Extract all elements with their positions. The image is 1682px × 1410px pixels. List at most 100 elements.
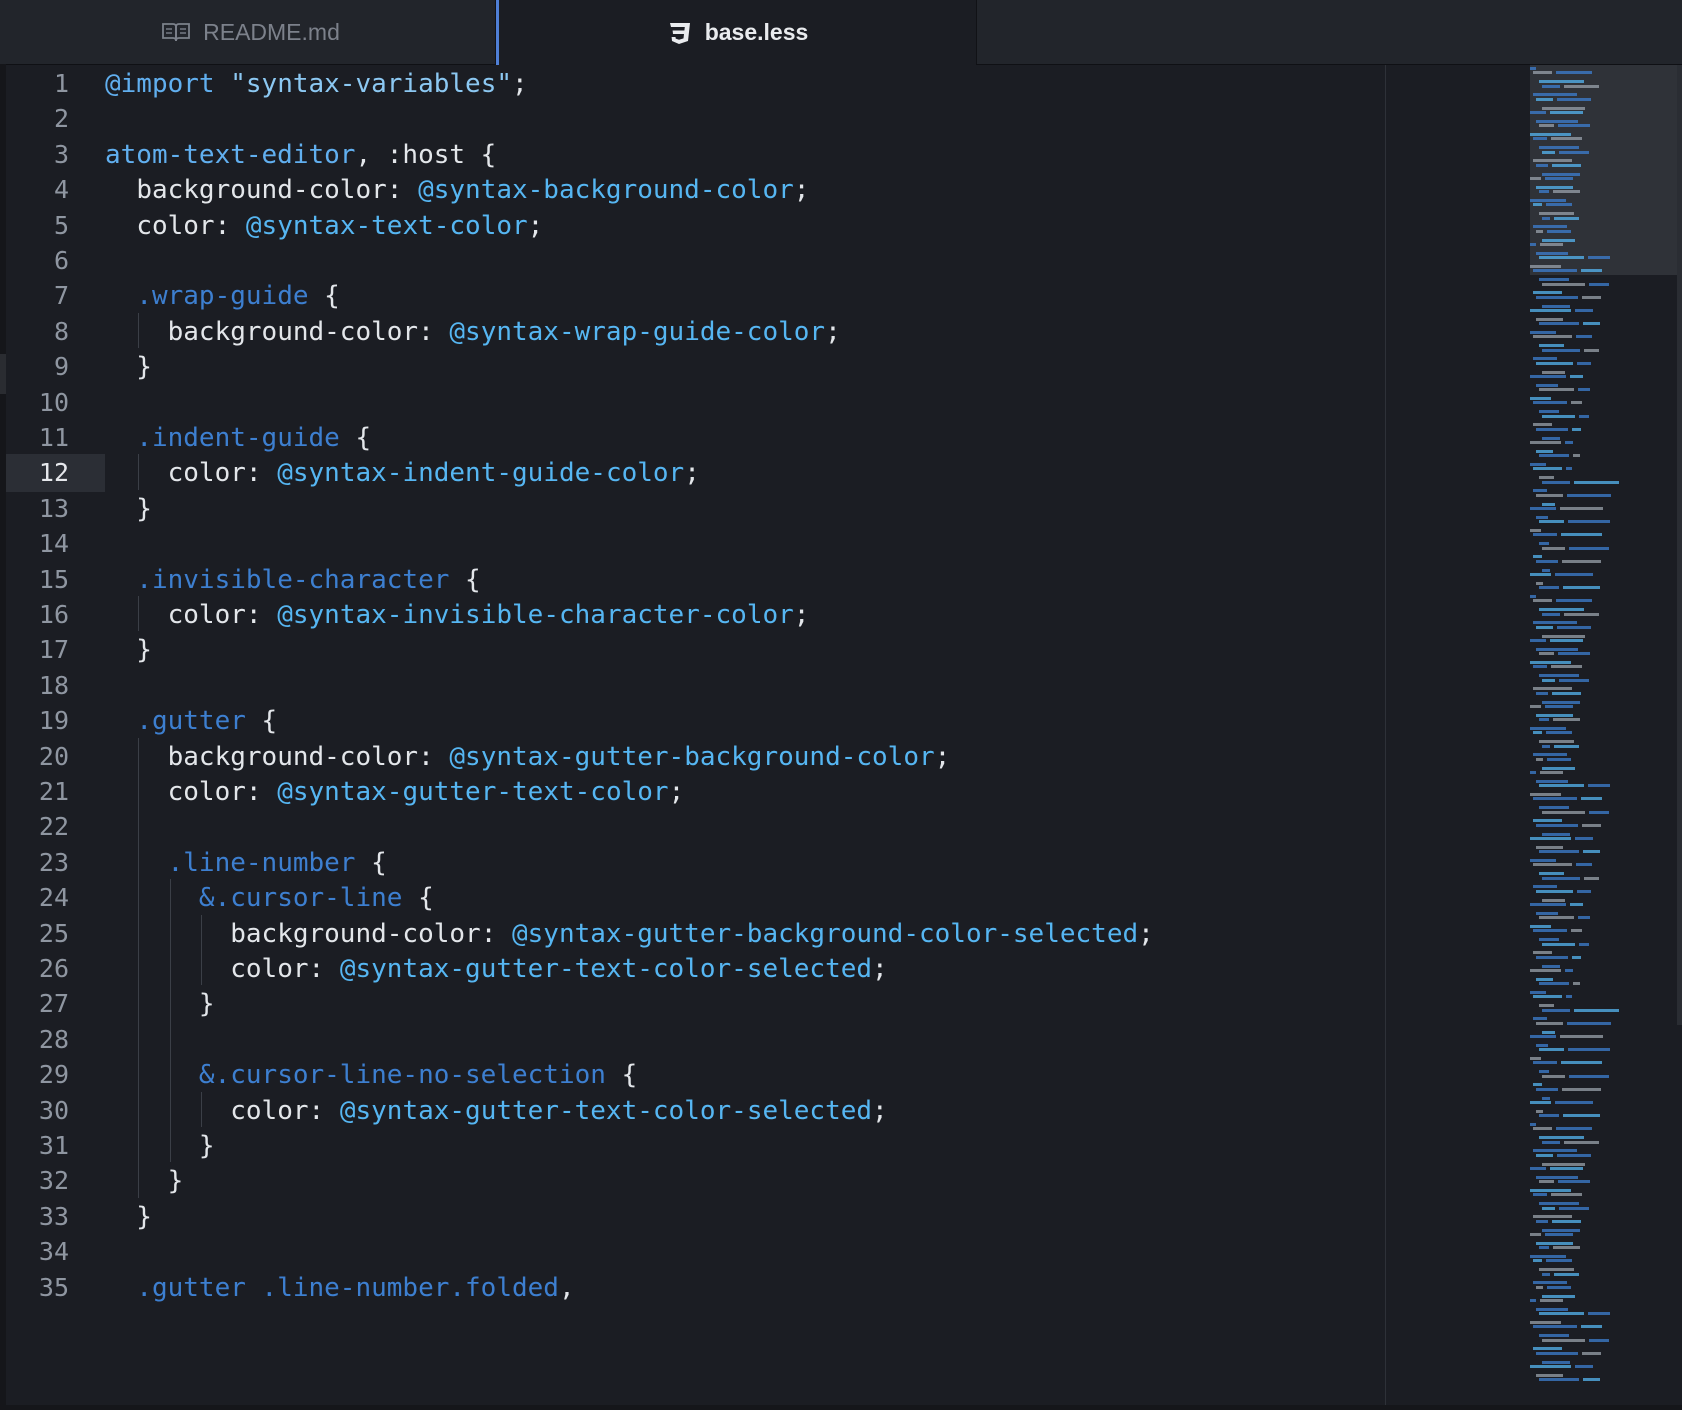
- code-line[interactable]: }: [105, 1127, 215, 1165]
- line-number[interactable]: 31: [39, 1127, 69, 1165]
- line-number[interactable]: 12: [39, 454, 69, 492]
- line-number[interactable]: 27: [39, 985, 69, 1023]
- line-number[interactable]: 18: [39, 667, 69, 705]
- minimap-line: [1536, 1175, 1578, 1179]
- line-number[interactable]: 21: [39, 773, 69, 811]
- code-line[interactable]: .gutter .line-number.folded,: [105, 1269, 574, 1307]
- minimap-line: [1566, 467, 1572, 471]
- line-number[interactable]: 10: [39, 384, 69, 422]
- line-number[interactable]: 9: [54, 348, 69, 386]
- minimap-line: [1568, 520, 1610, 524]
- minimap-line: [1542, 832, 1570, 836]
- code-line[interactable]: color: @syntax-invisible-character-color…: [105, 596, 810, 634]
- minimap-line: [1539, 388, 1574, 392]
- vertical-scrollbar[interactable]: [1677, 65, 1682, 1025]
- minimap-line: [1536, 823, 1578, 827]
- tab-base-less[interactable]: base.less: [496, 0, 976, 65]
- code-line[interactable]: }: [105, 631, 152, 669]
- minimap-line: [1536, 1109, 1543, 1113]
- line-number[interactable]: 4: [54, 171, 69, 209]
- line-number[interactable]: 8: [54, 313, 69, 351]
- minimap-line: [1571, 401, 1582, 405]
- code-line[interactable]: .gutter {: [105, 702, 277, 740]
- line-number[interactable]: 19: [39, 702, 69, 740]
- code-line[interactable]: @import "syntax-variables";: [105, 65, 528, 103]
- line-number[interactable]: 20: [39, 738, 69, 776]
- code-line[interactable]: }: [105, 348, 152, 386]
- tab-bar-empty-area[interactable]: [976, 0, 1682, 64]
- line-number[interactable]: 34: [39, 1233, 69, 1271]
- line-number[interactable]: 1: [54, 65, 69, 103]
- line-number[interactable]: 33: [39, 1198, 69, 1236]
- minimap-line: [1542, 1030, 1555, 1034]
- code-line[interactable]: color: @syntax-gutter-text-color-selecte…: [105, 1092, 887, 1130]
- line-number[interactable]: 30: [39, 1092, 69, 1130]
- minimap-line: [1542, 546, 1565, 550]
- minimap-line: [1546, 731, 1572, 735]
- code-line[interactable]: }: [105, 1198, 152, 1236]
- line-number[interactable]: 35: [39, 1269, 69, 1307]
- code-line[interactable]: atom-text-editor, :host {: [105, 136, 496, 174]
- line-number[interactable]: 3: [54, 136, 69, 174]
- line-number[interactable]: 28: [39, 1021, 69, 1059]
- code-line[interactable]: background-color: @syntax-background-col…: [105, 171, 809, 209]
- code-line[interactable]: }: [105, 985, 215, 1023]
- line-number[interactable]: 11: [39, 419, 69, 457]
- line-number[interactable]: 25: [39, 915, 69, 953]
- line-number[interactable]: 15: [39, 561, 69, 599]
- code-line[interactable]: color: @syntax-text-color;: [105, 207, 543, 245]
- code-line[interactable]: color: @syntax-gutter-text-color;: [105, 773, 685, 811]
- code-line[interactable]: color: @syntax-gutter-text-color-selecte…: [105, 950, 887, 988]
- line-number[interactable]: 7: [54, 277, 69, 315]
- line-number[interactable]: 2: [54, 100, 69, 138]
- line-number[interactable]: 16: [39, 596, 69, 634]
- line-number-gutter[interactable]: 1 2 3 4 5 6 7 8 9 10 11 12 13 14 15 16 17 18 19 20 21 22 23 24 2…: [6, 65, 105, 1405]
- code-token: ;: [793, 600, 810, 630]
- minimap-line: [1559, 1206, 1589, 1210]
- line-number[interactable]: 17: [39, 631, 69, 669]
- code-line[interactable]: background-color: @syntax-gutter-backgro…: [105, 738, 951, 776]
- minimap-line: [1577, 889, 1591, 893]
- code-token: background-color: [167, 316, 419, 347]
- line-number[interactable]: 26: [39, 950, 69, 988]
- code-line[interactable]: &.cursor-line {: [105, 879, 434, 917]
- minimap[interactable]: [1530, 65, 1682, 1405]
- minimap-line: [1530, 441, 1561, 444]
- code-line[interactable]: .wrap-guide {: [105, 277, 340, 315]
- minimap-line: [1533, 1017, 1547, 1021]
- code-line[interactable]: .line-number {: [105, 844, 387, 882]
- code-line[interactable]: }: [105, 1162, 184, 1200]
- code-line[interactable]: .invisible-character {: [105, 561, 480, 599]
- minimap-line: [1539, 872, 1564, 876]
- minimap-line: [1581, 1325, 1602, 1329]
- minimap-line: [1533, 335, 1572, 339]
- minimap-line: [1584, 348, 1599, 352]
- code-line[interactable]: }: [105, 490, 152, 528]
- minimap-line: [1539, 806, 1569, 810]
- code-line[interactable]: background-color: @syntax-wrap-guide-col…: [105, 313, 841, 351]
- minimap-line: [1552, 1219, 1581, 1223]
- line-number[interactable]: 24: [39, 879, 69, 917]
- line-number[interactable]: 13: [39, 490, 69, 528]
- line-number[interactable]: 22: [39, 808, 69, 846]
- minimap-line: [1545, 1233, 1573, 1236]
- line-number[interactable]: 14: [39, 525, 69, 563]
- code-line[interactable]: color: @syntax-indent-guide-color;: [105, 454, 700, 492]
- code-line[interactable]: background-color: @syntax-gutter-backgro…: [105, 915, 1154, 953]
- minimap-line: [1545, 705, 1573, 708]
- minimap-line: [1539, 278, 1569, 282]
- tab-readme[interactable]: README.md: [6, 0, 496, 64]
- code-line[interactable]: .indent-guide {: [105, 419, 371, 457]
- line-number[interactable]: 32: [39, 1162, 69, 1200]
- line-number[interactable]: 6: [54, 242, 69, 280]
- code-line[interactable]: &.cursor-line-no-selection {: [105, 1056, 637, 1094]
- minimap-line: [1557, 625, 1591, 629]
- line-number[interactable]: 5: [54, 207, 69, 245]
- minimap-line: [1536, 977, 1553, 981]
- line-number[interactable]: 29: [39, 1056, 69, 1094]
- line-number[interactable]: 23: [39, 844, 69, 882]
- code-area[interactable]: @import "syntax-variables"; atom-text-edi…: [105, 65, 1530, 1405]
